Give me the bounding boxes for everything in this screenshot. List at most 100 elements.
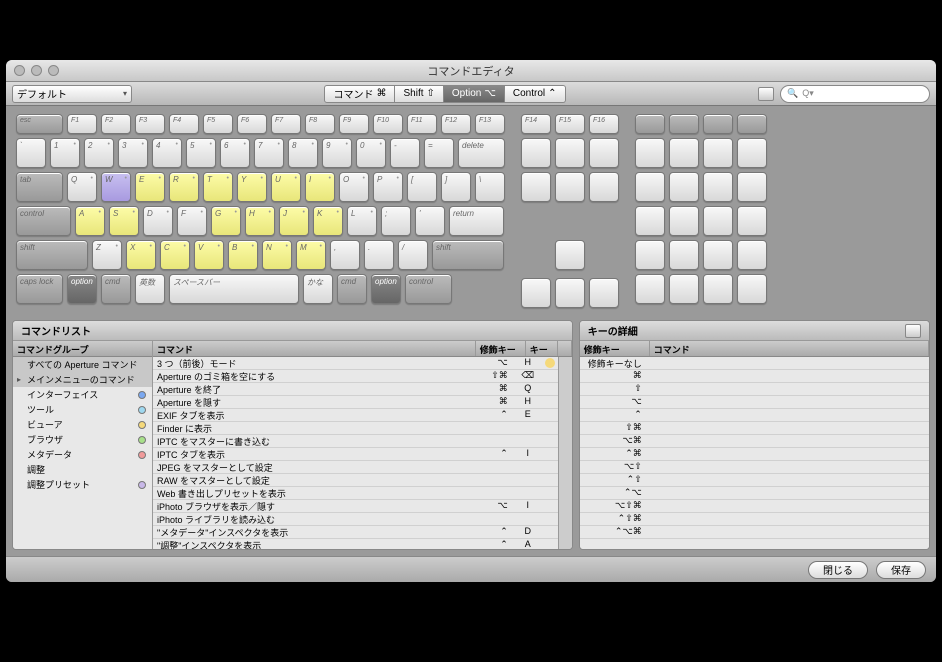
key-`[interactable]: ` bbox=[16, 138, 46, 168]
key-[interactable] bbox=[635, 206, 665, 236]
key-q[interactable]: Q bbox=[67, 172, 97, 202]
keyboard-highlight-toggle[interactable] bbox=[758, 87, 774, 101]
detail-row[interactable]: ⌥⇧ bbox=[580, 461, 929, 474]
modifier-option-button[interactable]: Option ⌥ bbox=[444, 85, 505, 103]
key-shift[interactable]: shift bbox=[16, 240, 88, 270]
key-n[interactable]: N bbox=[262, 240, 292, 270]
key-f7[interactable]: F7 bbox=[271, 114, 301, 134]
detail-row[interactable]: ⌥⌘ bbox=[580, 435, 929, 448]
key-y[interactable]: Y bbox=[237, 172, 267, 202]
key-f8[interactable]: F8 bbox=[305, 114, 335, 134]
group-item[interactable]: メインメニューのコマンド bbox=[13, 372, 152, 387]
command-row[interactable]: RAW をマスターとして設定 bbox=[153, 474, 558, 487]
key-[interactable] bbox=[669, 114, 699, 134]
key-f12[interactable]: F12 bbox=[441, 114, 471, 134]
key-[interactable] bbox=[635, 114, 665, 134]
key-f3[interactable]: F3 bbox=[135, 114, 165, 134]
key-[interactable] bbox=[703, 274, 733, 304]
key-4[interactable]: 4 bbox=[152, 138, 182, 168]
key-w[interactable]: W bbox=[101, 172, 131, 202]
modifier-control-button[interactable]: Control ⌃ bbox=[505, 85, 566, 103]
key-[interactable] bbox=[737, 274, 767, 304]
key-5[interactable]: 5 bbox=[186, 138, 216, 168]
key-p[interactable]: P bbox=[373, 172, 403, 202]
key-cmd[interactable]: cmd bbox=[101, 274, 131, 304]
key-j[interactable]: J bbox=[279, 206, 309, 236]
key-t[interactable]: T bbox=[203, 172, 233, 202]
key-[interactable] bbox=[669, 138, 699, 168]
key-[interactable] bbox=[521, 172, 551, 202]
key-[interactable] bbox=[635, 172, 665, 202]
detail-row[interactable]: ⌃⌥ bbox=[580, 487, 929, 500]
key-f6[interactable]: F6 bbox=[237, 114, 267, 134]
key-[interactable] bbox=[669, 240, 699, 270]
group-item[interactable]: ブラウザ bbox=[13, 432, 152, 447]
key-h[interactable]: H bbox=[245, 206, 275, 236]
detail-row[interactable]: ⌃⇧⌘ bbox=[580, 513, 929, 526]
detail-row[interactable]: ⇧ bbox=[580, 383, 929, 396]
detail-row[interactable]: ⇧⌘ bbox=[580, 422, 929, 435]
modifier-コマンド-button[interactable]: コマンド ⌘ bbox=[324, 85, 395, 103]
command-row[interactable]: IPTC タブを表示⌃I bbox=[153, 448, 558, 461]
key-o[interactable]: O bbox=[339, 172, 369, 202]
key-a[interactable]: A bbox=[75, 206, 105, 236]
key-f5[interactable]: F5 bbox=[203, 114, 233, 134]
key-;[interactable]: ; bbox=[381, 206, 411, 236]
key-.[interactable]: . bbox=[364, 240, 394, 270]
key-tab[interactable]: tab bbox=[16, 172, 63, 202]
command-row[interactable]: "メタデータ"インスペクタを表示⌃D bbox=[153, 526, 558, 539]
key-detail-body[interactable]: 修飾キーなし⌘⇧⌥⌃⇧⌘⌥⌘⌃⌘⌥⇧⌃⇧⌃⌥⌥⇧⌘⌃⇧⌘⌃⌥⌘ bbox=[580, 357, 929, 549]
command-row[interactable]: Aperture のゴミ箱を空にする⇧⌘⌫ bbox=[153, 370, 558, 383]
command-row[interactable]: "調整"インスペクタを表示⌃A bbox=[153, 539, 558, 549]
key-return[interactable]: return bbox=[449, 206, 504, 236]
col-command[interactable]: コマンド bbox=[153, 341, 476, 356]
group-item[interactable]: ビューア bbox=[13, 417, 152, 432]
command-row[interactable]: Aperture を終了⌘Q bbox=[153, 383, 558, 396]
key-f16[interactable]: F16 bbox=[589, 114, 619, 134]
key-=[interactable]: = bbox=[424, 138, 454, 168]
key-m[interactable]: M bbox=[296, 240, 326, 270]
key-0[interactable]: 0 bbox=[356, 138, 386, 168]
key-6[interactable]: 6 bbox=[220, 138, 250, 168]
key-k[interactable]: K bbox=[313, 206, 343, 236]
key-e[interactable]: E bbox=[135, 172, 165, 202]
key-[[interactable]: [ bbox=[407, 172, 437, 202]
key-7[interactable]: 7 bbox=[254, 138, 284, 168]
key-[interactable] bbox=[555, 172, 585, 202]
key-1[interactable]: 1 bbox=[50, 138, 80, 168]
detail-row[interactable]: ⌃⌘ bbox=[580, 448, 929, 461]
group-item[interactable]: 調整 bbox=[13, 462, 152, 477]
command-scrollbar[interactable] bbox=[558, 357, 572, 549]
key-/[interactable]: / bbox=[398, 240, 428, 270]
key-[interactable] bbox=[589, 172, 619, 202]
key--[interactable]: - bbox=[390, 138, 420, 168]
key-s[interactable]: S bbox=[109, 206, 139, 236]
key-shift[interactable]: shift bbox=[432, 240, 504, 270]
key-control[interactable]: control bbox=[405, 274, 452, 304]
key-[interactable] bbox=[737, 240, 767, 270]
group-item[interactable]: すべての Aperture コマンド bbox=[13, 357, 152, 372]
command-row[interactable]: IPTC をマスターに書き込む bbox=[153, 435, 558, 448]
key-detail-toggle[interactable] bbox=[905, 324, 921, 338]
key-[interactable] bbox=[521, 278, 551, 308]
command-row[interactable]: JPEG をマスターとして設定 bbox=[153, 461, 558, 474]
key-[interactable] bbox=[555, 138, 585, 168]
key-v[interactable]: V bbox=[194, 240, 224, 270]
command-row[interactable]: EXIF タブを表示⌃E bbox=[153, 409, 558, 422]
key-[interactable] bbox=[703, 138, 733, 168]
key-9[interactable]: 9 bbox=[322, 138, 352, 168]
key-f15[interactable]: F15 bbox=[555, 114, 585, 134]
key-[interactable] bbox=[669, 206, 699, 236]
key-英数[interactable]: 英数 bbox=[135, 274, 165, 304]
key-'[interactable]: ' bbox=[415, 206, 445, 236]
key-[interactable] bbox=[703, 114, 733, 134]
key-かな[interactable]: かな bbox=[303, 274, 333, 304]
key-[interactable] bbox=[555, 278, 585, 308]
key-u[interactable]: U bbox=[271, 172, 301, 202]
command-row[interactable]: Web 書き出しプリセットを表示 bbox=[153, 487, 558, 500]
close-button[interactable]: 閉じる bbox=[808, 561, 868, 579]
detail-row[interactable]: ⌘ bbox=[580, 370, 929, 383]
key-[interactable] bbox=[521, 138, 551, 168]
detail-row[interactable]: ⌃⌥⌘ bbox=[580, 526, 929, 539]
col-detail-modifier[interactable]: 修飾キー bbox=[580, 341, 650, 356]
